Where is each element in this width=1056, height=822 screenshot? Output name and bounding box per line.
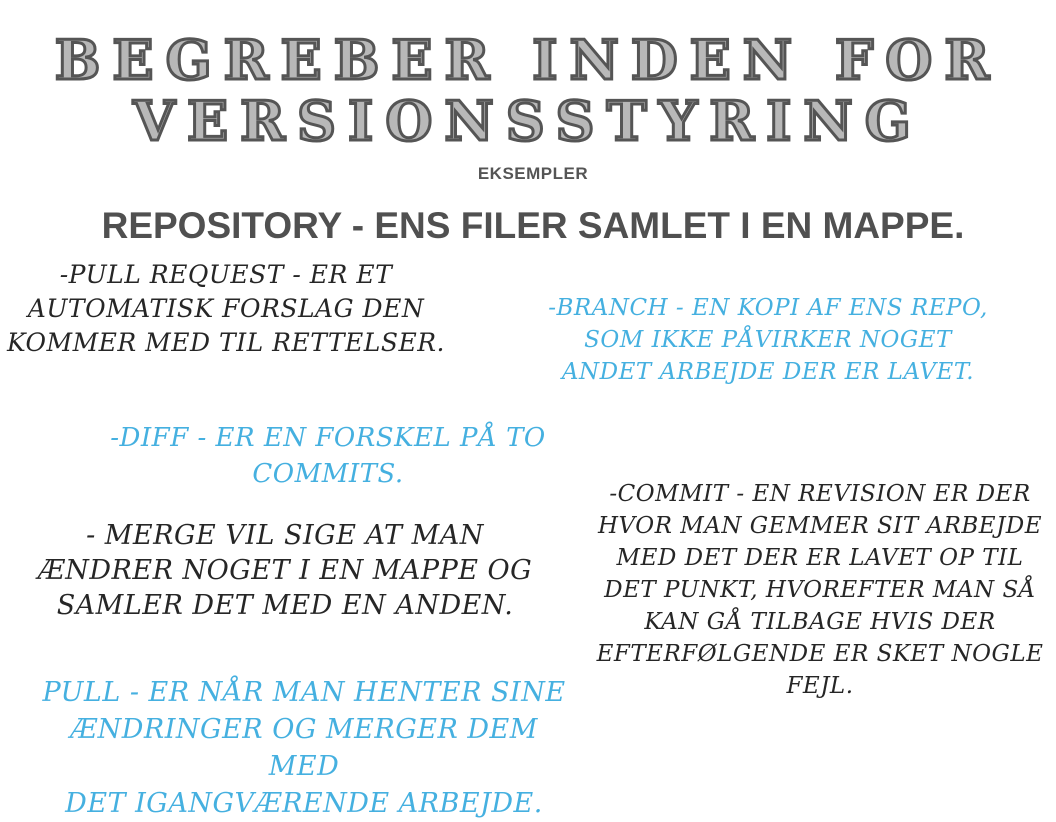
- pull-request-definition: -PULL REQUEST - ER ET AUTOMATISK FORSLAG…: [6, 260, 446, 357]
- pull-definition: PULL - ER NÅR MAN HENTER SINE ÆNDRINGER …: [42, 677, 566, 819]
- merge-definition: - MERGE VIL SIGE AT MAN ÆNDRER NOGET I E…: [37, 520, 533, 621]
- branch-definition: -BRANCH - EN KOPI AF ENS REPO, SOM IKKE …: [548, 295, 988, 385]
- commit-definition: -COMMIT - EN REVISION ER DER HVOR MAN GE…: [596, 481, 1044, 699]
- page-title-line-1: BEGREBER INDEN FOR: [53, 28, 1002, 92]
- repository-definition: REPOSITORY - ENS FILER SAMLET I EN MAPPE…: [101, 205, 965, 246]
- diff-definition: -DIFF - ER EN FORSKEL PÅ TO COMMITS.: [110, 423, 546, 489]
- subtitle: EKSEMPLER: [477, 164, 589, 183]
- page-title-line-2: VERSIONSSTYRING: [132, 89, 923, 153]
